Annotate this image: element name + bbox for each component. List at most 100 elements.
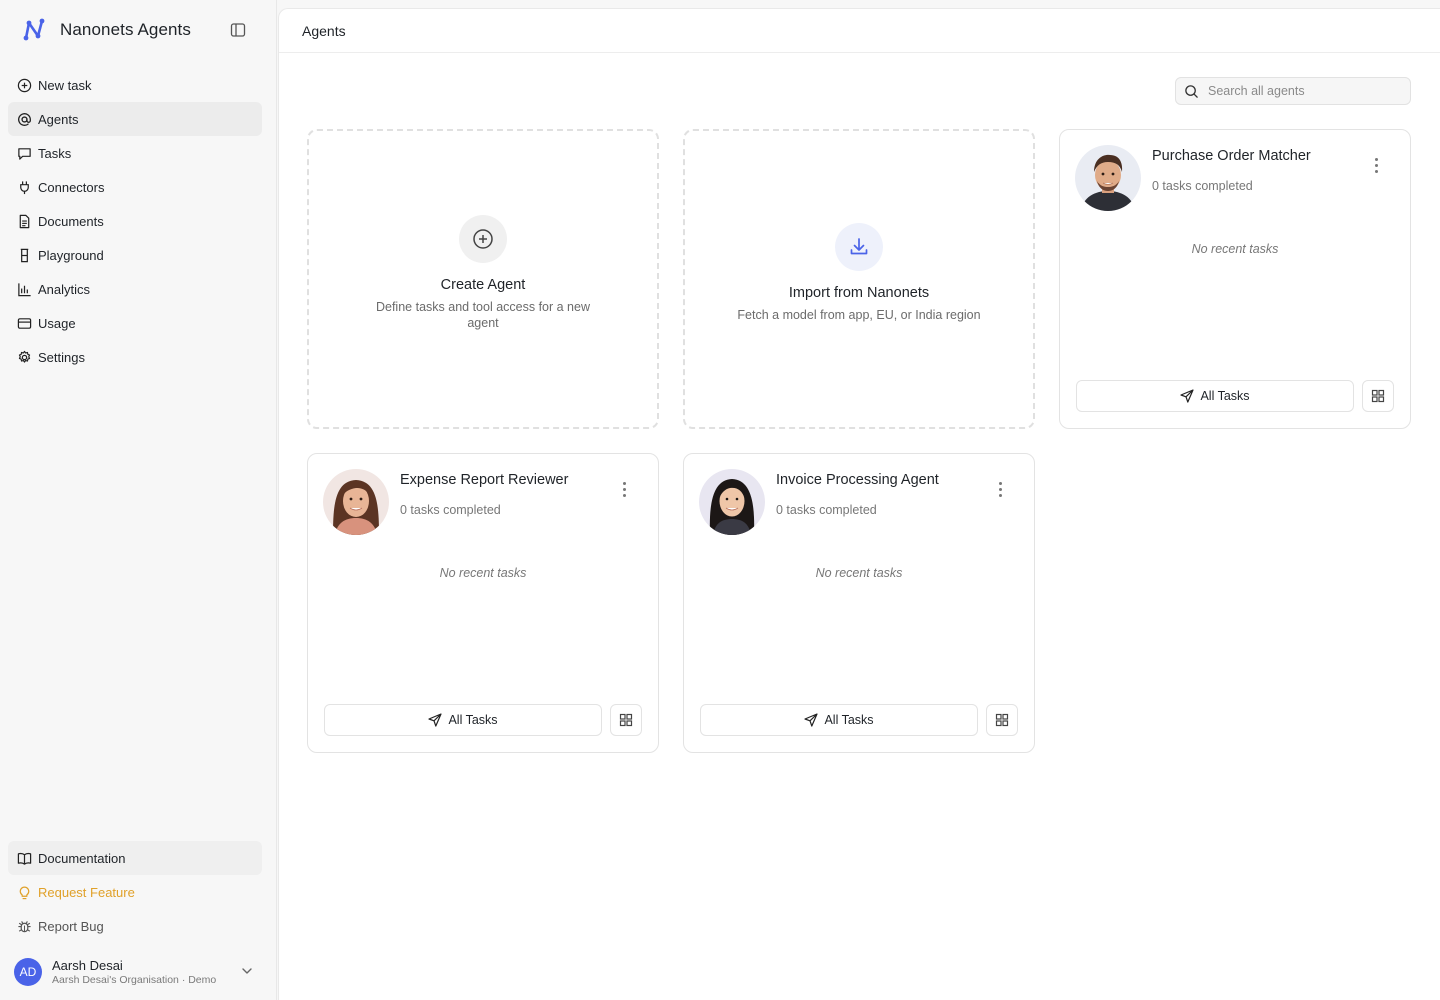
plus-circle-icon	[473, 229, 493, 249]
main-nav: New task Agents Tasks Connectors Documen…	[8, 68, 262, 374]
import-desc: Fetch a model from app, EU, or India reg…	[737, 308, 981, 322]
no-recent-tasks: No recent tasks	[439, 566, 527, 580]
nav-item-usage[interactable]: Usage	[8, 306, 262, 340]
download-icon	[850, 238, 868, 255]
nav-item-label: Documents	[38, 213, 104, 229]
create-agent-title: Create Agent	[440, 277, 526, 293]
message-square-icon	[16, 145, 32, 161]
request-feature-label: Request Feature	[38, 884, 135, 900]
all-tasks-label: All Tasks	[824, 713, 874, 727]
agent-card[interactable]: Invoice Processing Agent 0 tasks complet…	[683, 453, 1035, 753]
nav-item-tasks[interactable]: Tasks	[8, 136, 262, 170]
agent-card[interactable]: Expense Report Reviewer 0 tasks complete…	[307, 453, 659, 753]
nav-item-documents[interactable]: Documents	[8, 204, 262, 238]
agent-more-button[interactable]	[616, 478, 632, 500]
documentation-link[interactable]: Documentation	[8, 841, 262, 875]
search-box[interactable]	[1175, 77, 1411, 105]
report-bug-label: Report Bug	[38, 918, 104, 934]
agent-avatar	[1075, 145, 1141, 211]
sidebar-toggle-icon	[230, 23, 246, 37]
agent-avatar	[323, 469, 389, 535]
nav-item-label: Tasks	[38, 145, 72, 161]
nav-item-agents[interactable]: Agents	[8, 102, 262, 136]
gear-icon	[16, 349, 32, 365]
all-tasks-label: All Tasks	[1200, 389, 1250, 403]
brand-title: Nanonets Agents	[60, 20, 191, 39]
plug-icon	[16, 179, 32, 195]
grid-icon	[1371, 389, 1385, 403]
create-agent-icon-wrap	[459, 215, 507, 263]
agent-grid-button[interactable]	[986, 704, 1018, 736]
grid-icon	[619, 713, 633, 727]
import-nanonets-content: Import from Nanonets Fetch a model from …	[685, 223, 1033, 323]
create-agent-content: Create Agent Define tasks and tool acces…	[309, 215, 657, 331]
all-tasks-button[interactable]: All Tasks	[1076, 380, 1354, 412]
agent-name: Expense Report Reviewer	[400, 472, 569, 488]
no-recent-tasks: No recent tasks	[815, 566, 903, 580]
search-input[interactable]	[1208, 84, 1398, 98]
chevron-down-icon	[242, 968, 252, 974]
at-sign-icon	[16, 111, 32, 127]
report-bug-link[interactable]: Report Bug	[8, 909, 262, 943]
agent-card[interactable]: Purchase Order Matcher 0 tasks completed…	[1059, 129, 1411, 429]
agent-grid-button[interactable]	[610, 704, 642, 736]
main-panel: Agents Create Agent Define tasks and too…	[278, 8, 1440, 1000]
collapse-sidebar-button[interactable]	[228, 20, 248, 40]
all-tasks-label: All Tasks	[448, 713, 498, 727]
nav-item-settings[interactable]: Settings	[8, 340, 262, 374]
nanonets-logo-icon	[23, 18, 45, 41]
user-menu[interactable]: AD Aarsh Desai Aarsh Desai's Organisatio…	[14, 955, 264, 989]
book-open-icon	[16, 850, 32, 866]
send-icon	[804, 713, 819, 727]
beaker-icon	[16, 247, 32, 263]
agent-more-button[interactable]	[1368, 154, 1384, 176]
agent-name: Invoice Processing Agent	[776, 472, 939, 488]
nav-item-label: Usage	[38, 315, 76, 331]
bug-icon	[16, 918, 32, 934]
all-tasks-button[interactable]: All Tasks	[324, 704, 602, 736]
create-agent-desc: Define tasks and tool access for a new a…	[375, 300, 590, 330]
nav-item-label: Agents	[38, 111, 79, 127]
nav-item-analytics[interactable]: Analytics	[8, 272, 262, 306]
nav-item-label: Analytics	[38, 281, 91, 297]
send-icon	[1180, 389, 1195, 403]
sidebar: Nanonets Agents New task Agents Tasks Co…	[0, 0, 277, 1000]
no-recent-tasks: No recent tasks	[1191, 242, 1279, 256]
nav-item-label: Settings	[38, 349, 85, 365]
user-name: Aarsh Desai	[52, 958, 123, 973]
import-nanonets-card[interactable]: Import from Nanonets Fetch a model from …	[683, 129, 1035, 429]
search-icon	[1185, 84, 1198, 98]
agent-task-count: 0 tasks completed	[1152, 179, 1253, 193]
nav-item-new-task[interactable]: New task	[8, 68, 262, 102]
brand[interactable]: Nanonets Agents	[20, 16, 191, 44]
import-icon-wrap	[835, 223, 883, 271]
credit-card-icon	[16, 315, 32, 331]
send-icon	[428, 713, 443, 727]
agent-avatar	[699, 469, 765, 535]
all-tasks-button[interactable]: All Tasks	[700, 704, 978, 736]
import-title: Import from Nanonets	[788, 285, 930, 301]
agent-grid-button[interactable]	[1362, 380, 1394, 412]
lightbulb-icon	[16, 884, 32, 900]
nav-item-label: Connectors	[38, 179, 105, 195]
nav-item-label: Playground	[38, 247, 104, 263]
nav-item-playground[interactable]: Playground	[8, 238, 262, 272]
agent-more-button[interactable]	[992, 478, 1008, 500]
user-org: Aarsh Desai's Organisation · Demo	[52, 974, 217, 986]
bar-chart-icon	[16, 281, 32, 297]
agent-task-count: 0 tasks completed	[776, 503, 877, 517]
create-agent-card[interactable]: Create Agent Define tasks and tool acces…	[307, 129, 659, 429]
file-text-icon	[16, 213, 32, 229]
request-feature-link[interactable]: Request Feature	[8, 875, 262, 909]
nav-item-label: New task	[38, 77, 92, 93]
page-title: Agents	[302, 22, 346, 39]
agent-task-count: 0 tasks completed	[400, 503, 501, 517]
user-avatar: AD	[14, 958, 42, 986]
grid-icon	[995, 713, 1009, 727]
documentation-label: Documentation	[38, 850, 126, 866]
agent-name: Purchase Order Matcher	[1152, 148, 1311, 164]
user-info: Aarsh Desai Aarsh Desai's Organisation ·…	[52, 958, 216, 986]
bottom-nav: Documentation Request Feature Report Bug	[8, 841, 262, 943]
topbar: Agents	[279, 9, 1440, 53]
nav-item-connectors[interactable]: Connectors	[8, 170, 262, 204]
